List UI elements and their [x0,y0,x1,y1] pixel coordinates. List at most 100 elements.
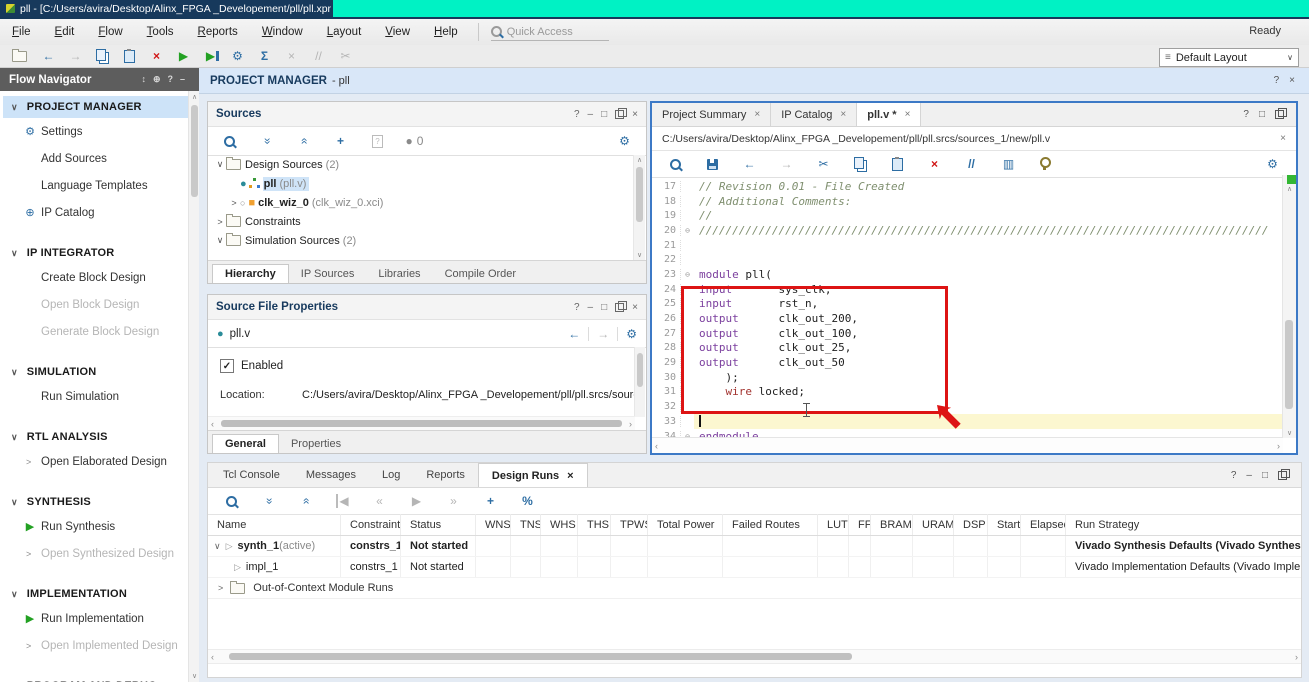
scrollbar-thumb[interactable] [1285,320,1293,409]
toolbar-disabled-tool-1-button[interactable]: × [278,47,305,65]
chevron-down-icon[interactable]: ∨ [214,235,226,246]
toolbar-run-button[interactable]: ▶ [170,47,197,65]
runs-step-forward-button[interactable]: » [440,492,467,510]
flow-item-run-simulation[interactable]: Run Simulation [3,383,188,410]
flow-item-open-implemented-design[interactable]: >Open Implemented Design [3,632,188,659]
float-icon[interactable] [1278,471,1287,480]
scroll-up-icon[interactable]: ∧ [1283,185,1296,193]
code-line-29[interactable]: 29output clk_out_50 [652,355,1283,370]
run-row-impl-1[interactable]: ▷impl_1constrs_1Not startedVivado Implem… [208,557,1301,578]
toolbar-open-recent-button[interactable] [8,47,35,65]
column-header-tns[interactable]: TNS [511,514,541,535]
close-icon[interactable]: × [1280,133,1286,144]
flow-item-language-templates[interactable]: Language Templates [3,172,188,199]
code-line-22[interactable]: 22 [652,252,1283,267]
column-header-run-strategy[interactable]: Run Strategy [1066,514,1301,535]
flow-item-generate-block-design[interactable]: Generate Block Design [3,318,188,345]
column-header-wns[interactable]: WNS [476,514,511,535]
toolbar-settings-button[interactable]: ⚙ [224,47,251,65]
tree-item-design-sources[interactable]: ∨Design Sources (2) [208,155,634,174]
flow-section-header-ip-integrator[interactable]: ∨IP INTEGRATOR [3,242,188,264]
editor-cut-button[interactable]: ✂ [810,155,837,173]
bottom-tab-messages[interactable]: Messages [293,463,369,487]
scroll-up-icon[interactable]: ∧ [634,156,645,164]
editor-toggle-columns-button[interactable]: ▥ [995,155,1022,173]
runs-create-runs-button[interactable]: + [477,492,504,510]
editor-undo-button[interactable]: ← [736,155,763,173]
gear-icon[interactable]: ⚙ [626,327,637,341]
editor-tab-ip-catalog[interactable]: IP Catalog× [771,103,857,126]
close-icon[interactable]: × [632,109,638,120]
column-header-start[interactable]: Start [988,514,1021,535]
chevron-right-icon[interactable]: > [218,583,223,593]
menu-help[interactable]: Help [422,20,470,45]
dock-icon[interactable]: ↕ [141,74,146,85]
menu-flow[interactable]: Flow [86,20,134,45]
help-icon[interactable]: ? [574,109,580,120]
float-icon[interactable] [615,303,624,312]
editor-save-button[interactable] [699,155,726,173]
flow-section-header-project-manager[interactable]: ∨PROJECT MANAGER [3,96,188,118]
flow-item-open-synthesized-design[interactable]: >Open Synthesized Design [3,540,188,567]
code-line-27[interactable]: 27output clk_out_100, [652,326,1283,341]
flow-item-ip-catalog[interactable]: ⊕IP Catalog [3,199,188,226]
close-icon[interactable]: × [754,109,760,120]
scroll-down-icon[interactable]: ∨ [634,251,645,259]
toolbar-disabled-tool-2-button[interactable]: // [305,47,332,65]
properties-scrollbar[interactable] [634,347,645,417]
sources-collapse-all-button[interactable]: « [253,132,280,150]
code-line-33[interactable]: 33 [652,414,1283,429]
flow-section-header-program-and-debug[interactable]: ∨PROGRAM AND DEBUG [3,675,188,682]
tree-item-constraints[interactable]: >Constraints [208,212,634,231]
column-header-ths[interactable]: THS [578,514,611,535]
toolbar-copy-button[interactable] [89,47,116,65]
column-header-status[interactable]: Status [401,514,476,535]
editor-redo-button[interactable]: → [773,155,800,173]
toolbar-undo-button[interactable]: ← [35,47,62,65]
runs-percent-button[interactable]: % [514,492,541,510]
code-line-28[interactable]: 28output clk_out_25, [652,341,1283,356]
code-line-23[interactable]: 23⊖module pll( [652,267,1283,282]
menu-reports[interactable]: Reports [186,20,250,45]
flow-navigator-scrollbar[interactable]: ∧ ∨ [188,91,199,682]
back-icon[interactable]: ← [568,327,580,341]
properties-tab-general[interactable]: General [212,434,279,453]
editor-delete-button[interactable]: × [921,155,948,173]
menu-tools[interactable]: Tools [135,20,186,45]
scroll-up-icon[interactable]: ∧ [189,93,200,101]
sources-tab-libraries[interactable]: Libraries [366,265,432,283]
editor-paste-button[interactable] [884,155,911,173]
close-icon[interactable]: × [1289,75,1295,86]
scroll-right-icon[interactable]: › [1274,441,1283,451]
toolbar-disabled-tool-3-button[interactable]: ✂ [332,47,359,65]
menu-file[interactable]: File [0,20,43,45]
scroll-left-icon[interactable]: ‹ [652,441,661,451]
sources-tab-ip-sources[interactable]: IP Sources [289,265,367,283]
expand-triangle-icon[interactable]: ▷ [234,562,241,573]
editor-quick-fix-button[interactable] [1032,155,1059,173]
pin-icon[interactable]: ⊕ [153,74,161,85]
chevron-right-icon[interactable]: > [228,198,240,208]
runs-find-button[interactable] [218,492,245,510]
flow-section-header-implementation[interactable]: ∨IMPLEMENTATION [3,583,188,605]
minimize-icon[interactable]: – [180,74,185,85]
scroll-down-icon[interactable]: ∨ [189,672,200,680]
code-line-20[interactable]: 20⊖/////////////////////////////////////… [652,223,1283,238]
code-line-25[interactable]: 25input rst_n, [652,297,1283,312]
column-header-whs[interactable]: WHS [541,514,578,535]
runs-step-back-button[interactable]: « [366,492,393,510]
maximize-icon[interactable]: □ [1262,470,1268,481]
runs-collapse-all-button[interactable]: « [255,492,282,510]
bottom-tab-reports[interactable]: Reports [413,463,478,487]
quick-access-search[interactable]: Quick Access [491,23,609,41]
scroll-left-icon[interactable]: ‹ [208,419,217,429]
minimize-icon[interactable]: – [588,302,594,313]
scroll-right-icon[interactable]: › [1292,652,1301,662]
bottom-tab-design-runs[interactable]: Design Runs× [478,463,588,487]
close-icon[interactable]: × [567,470,573,482]
menu-layout[interactable]: Layout [315,20,374,45]
column-header-total-power[interactable]: Total Power [648,514,723,535]
toolbar-step-button[interactable]: ▶ [197,47,224,65]
chevron-right-icon[interactable]: > [214,217,226,227]
layout-selector[interactable]: ≡ Default Layout ∨ [1159,48,1299,67]
